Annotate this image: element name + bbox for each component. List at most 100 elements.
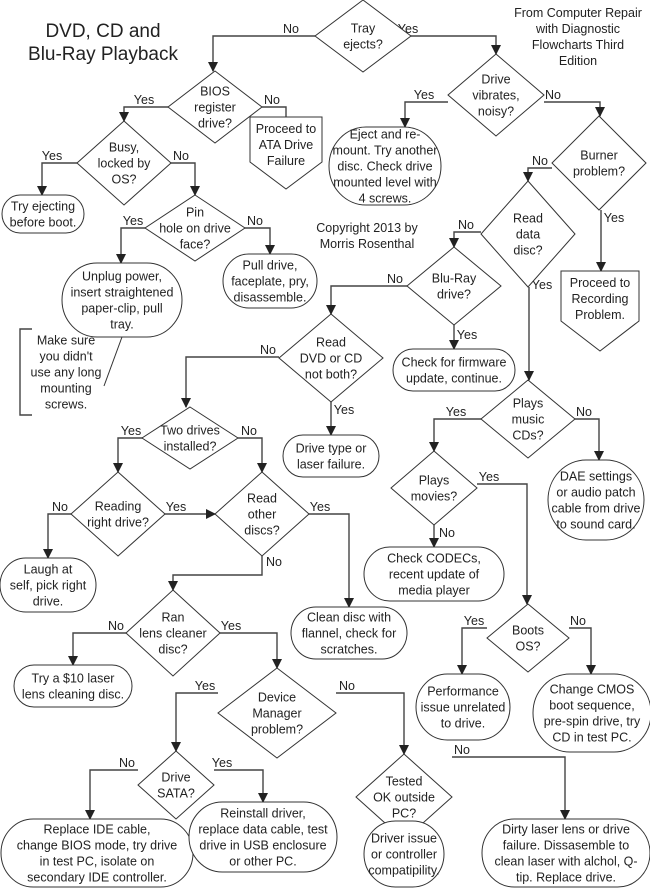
edge-busy-pin: No — [171, 149, 200, 196]
node-text-line: Recording — [572, 292, 629, 306]
edge-label-yes: Yes — [532, 278, 552, 292]
node-text-line: 4 screws. — [359, 192, 412, 206]
node-other: Read other discs? — [214, 471, 310, 557]
node-text-line: Check CODECs, — [387, 552, 481, 566]
edge-sata-reinstall: Yes — [212, 756, 268, 803]
connector-arrow — [238, 437, 267, 473]
node-text-line: Device — [258, 691, 296, 705]
node-text-line: you didn't — [39, 350, 93, 364]
edge-music-movies: Yes — [429, 405, 481, 452]
node-tray: Tray ejects? — [314, 0, 412, 73]
node-text-line: failure. Dissasemble to — [503, 839, 629, 853]
connector-arrow — [85, 769, 138, 820]
node-text-line: laser failure. — [297, 458, 365, 472]
node-text-line: Try a $10 laser — [32, 672, 115, 686]
node-driverissue: Driver issue or controller compatipility. — [363, 820, 445, 888]
node-text-line: disc. Check drive — [337, 160, 432, 174]
connector-arrow — [309, 513, 354, 608]
node-twodrives: Two drives installed? — [141, 406, 239, 470]
edge-label-yes: Yes — [123, 214, 143, 228]
node-text-line: OS? — [111, 173, 136, 187]
edge-vibrate-remount: Yes — [400, 88, 448, 128]
edge-label-yes: Yes — [42, 149, 62, 163]
edge-dvdcd-drivetype: Yes — [326, 402, 354, 436]
edge-label-yes: Yes — [310, 500, 330, 514]
edge-label-no: No — [387, 272, 403, 286]
copyright-line-1: Copyright 2013 by — [316, 221, 418, 235]
nodes-layer: Tray ejects? BIOS register drive? Proceed to A… — [0, 0, 650, 888]
edge-music-dae: No — [575, 405, 604, 461]
node-text-line: drive. — [33, 595, 64, 609]
node-text-line: drive in USB enclosure — [199, 839, 326, 853]
edge-label-no: No — [439, 526, 455, 540]
node-text-line: Make sure — [37, 334, 95, 348]
node-text-line: screws. — [45, 398, 87, 412]
node-text-line: Read — [316, 336, 346, 350]
connector-arrow — [452, 756, 570, 820]
node-text-line: or other PC. — [229, 855, 296, 869]
node-codecs: Check CODECs, recent update of media playe… — [363, 546, 505, 602]
node-text-line: OK outside — [373, 791, 435, 805]
node-text-line: Dirty laser lens or drive — [502, 823, 630, 837]
edge-label-no: No — [266, 555, 282, 569]
node-text-line: boot sequence, — [549, 699, 635, 713]
node-text-line: Reading — [95, 500, 142, 514]
edge-vibrate-burner: No — [544, 88, 605, 117]
edge-devmgr-sata: Yes — [171, 679, 218, 752]
edge-label-no: No — [260, 343, 276, 357]
node-burner: Burner problem? — [551, 115, 647, 211]
edge-label-no: No — [241, 424, 257, 438]
node-text-line: drive? — [198, 117, 232, 131]
node-text-line: not both? — [305, 368, 357, 382]
edge-busy-tryeject: Yes — [37, 149, 77, 196]
edge-label-no: No — [283, 22, 299, 36]
node-text-line: Blu-Ray — [432, 272, 477, 286]
decision-diamond — [551, 115, 647, 211]
edge-label-no: No — [570, 614, 586, 628]
node-text-line: paper-clip, pull — [81, 302, 162, 316]
edge-devmgr-tested: No — [336, 679, 409, 755]
node-text-line: Laugh at — [24, 563, 73, 577]
connector-arrow — [245, 227, 275, 255]
edge-label-no: No — [247, 214, 263, 228]
node-text-line: movies? — [411, 490, 458, 504]
node-text-line: or audio patch — [556, 486, 635, 500]
node-text-line: Read — [513, 212, 543, 226]
edge-movies-codecs: No — [429, 525, 455, 548]
node-text-line: CDs? — [512, 429, 543, 443]
node-text-line: Check for firmware — [402, 356, 507, 370]
edge-lens-devmgr: Yes — [220, 619, 282, 669]
connector-arrow — [544, 101, 605, 117]
edge-burner-readdata: No — [523, 154, 552, 182]
node-text-line: insert straightened — [71, 286, 174, 300]
edge-other-lens: No — [168, 555, 282, 591]
edge-label-yes: Yes — [479, 470, 499, 484]
node-text-line: before boot. — [10, 216, 77, 230]
node-text-line: Pin — [186, 206, 204, 220]
edge-label-yes: Yes — [464, 614, 484, 628]
edge-lens-trylens: No — [68, 619, 126, 666]
node-text-line: locked by — [98, 157, 152, 171]
edge-other-clean: Yes — [309, 500, 354, 608]
edge-boots-cmos: No — [569, 614, 596, 675]
node-text-line: Plays — [419, 474, 450, 488]
node-movies: Plays movies? — [390, 450, 478, 526]
decision-diamond — [406, 246, 502, 326]
node-text-line: Proceed to — [256, 122, 317, 136]
edge-label-no: No — [173, 149, 189, 163]
node-devmgr: Device Manager problem? — [217, 667, 337, 759]
connector-arrow — [220, 632, 282, 669]
edge-reading-laugh: No — [43, 500, 71, 559]
connector-arrow — [429, 418, 481, 452]
node-text-line: use any long — [31, 366, 102, 380]
node-text-line: to sound card. — [556, 518, 635, 532]
annotation-leader — [103, 336, 123, 387]
node-text-line: Ran — [162, 611, 185, 625]
node-text-line: update, continue. — [406, 372, 502, 386]
connector-arrow — [119, 106, 168, 122]
connector-arrow — [326, 285, 407, 315]
connector-arrow — [400, 101, 448, 128]
source-line-4: Edition — [559, 54, 597, 68]
flowchart: No Yes Yes No Yes No Yes No Yes No No Yes No Yes No Yes… — [0, 0, 650, 888]
node-laugh: Laugh at self, pick right drive. — [0, 557, 97, 613]
